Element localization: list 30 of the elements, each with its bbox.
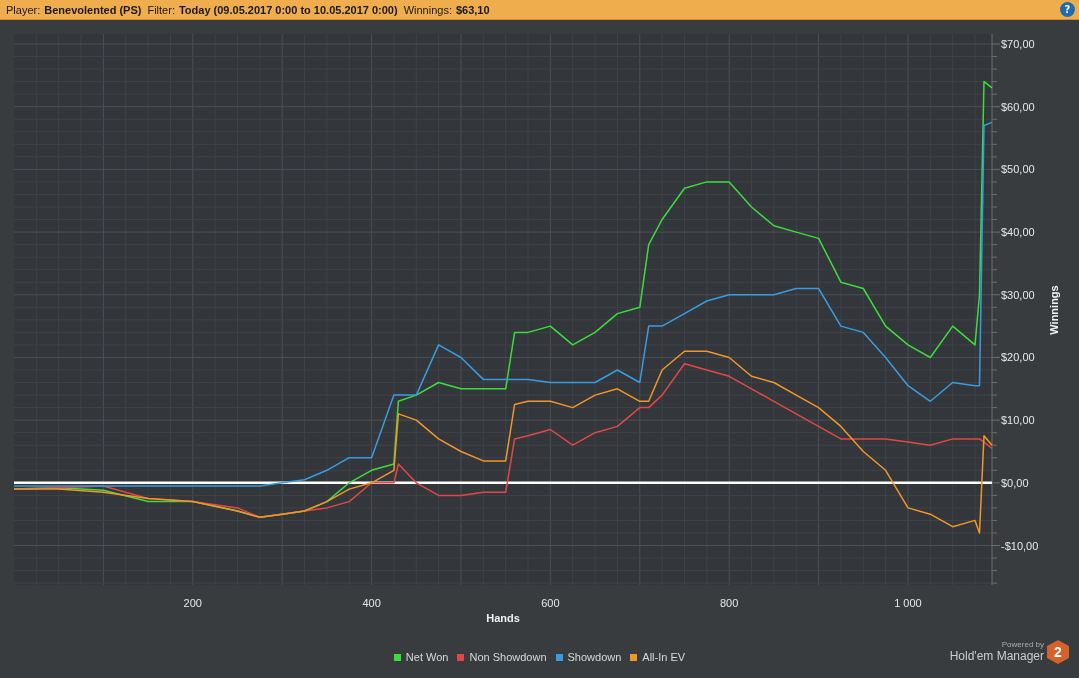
x-tick-label: 800: [720, 597, 739, 609]
y-tick-label: -$10,00: [1001, 539, 1039, 552]
legend-label: All-In EV: [642, 651, 686, 663]
x-tick-label: 600: [541, 597, 560, 609]
powered-by-text: Powered by: [1001, 641, 1044, 650]
y-tick-label: $30,00: [1001, 288, 1035, 301]
x-axis-title: Hands: [486, 612, 520, 624]
logo-badge: 2: [1047, 640, 1069, 664]
header-value: Benevolented (PS): [44, 3, 142, 16]
header-label: Filter:: [147, 3, 175, 16]
y-tick-label: $40,00: [1001, 226, 1035, 239]
x-tick-label: 200: [183, 597, 202, 609]
header-value: $63,10: [455, 3, 490, 16]
header-value: Today (09.05.2017 0:00 to 10.05.2017 0:00): [178, 3, 398, 16]
help-button[interactable]: ?: [1060, 2, 1075, 17]
y-tick-label: $70,00: [1001, 38, 1035, 51]
legend-label: Net Won: [405, 651, 449, 663]
y-tick-label: $50,00: [1001, 163, 1035, 176]
x-tick-label: 1 000: [894, 597, 922, 609]
y-tick-label: $0,00: [1001, 476, 1029, 489]
y-tick-label: $10,00: [1001, 414, 1035, 427]
product-name: Hold'em Manager: [949, 649, 1044, 663]
y-tick-label: $20,00: [1001, 351, 1035, 364]
header-label: Player:: [6, 3, 41, 16]
legend-label: Non Showdown: [469, 651, 547, 663]
header-label: Winnings:: [403, 3, 452, 16]
y-tick-label: $60,00: [1001, 100, 1035, 113]
legend-label: Showdown: [567, 651, 622, 663]
x-tick-label: 400: [362, 597, 381, 609]
y-axis-title: Winnings: [1048, 285, 1060, 335]
